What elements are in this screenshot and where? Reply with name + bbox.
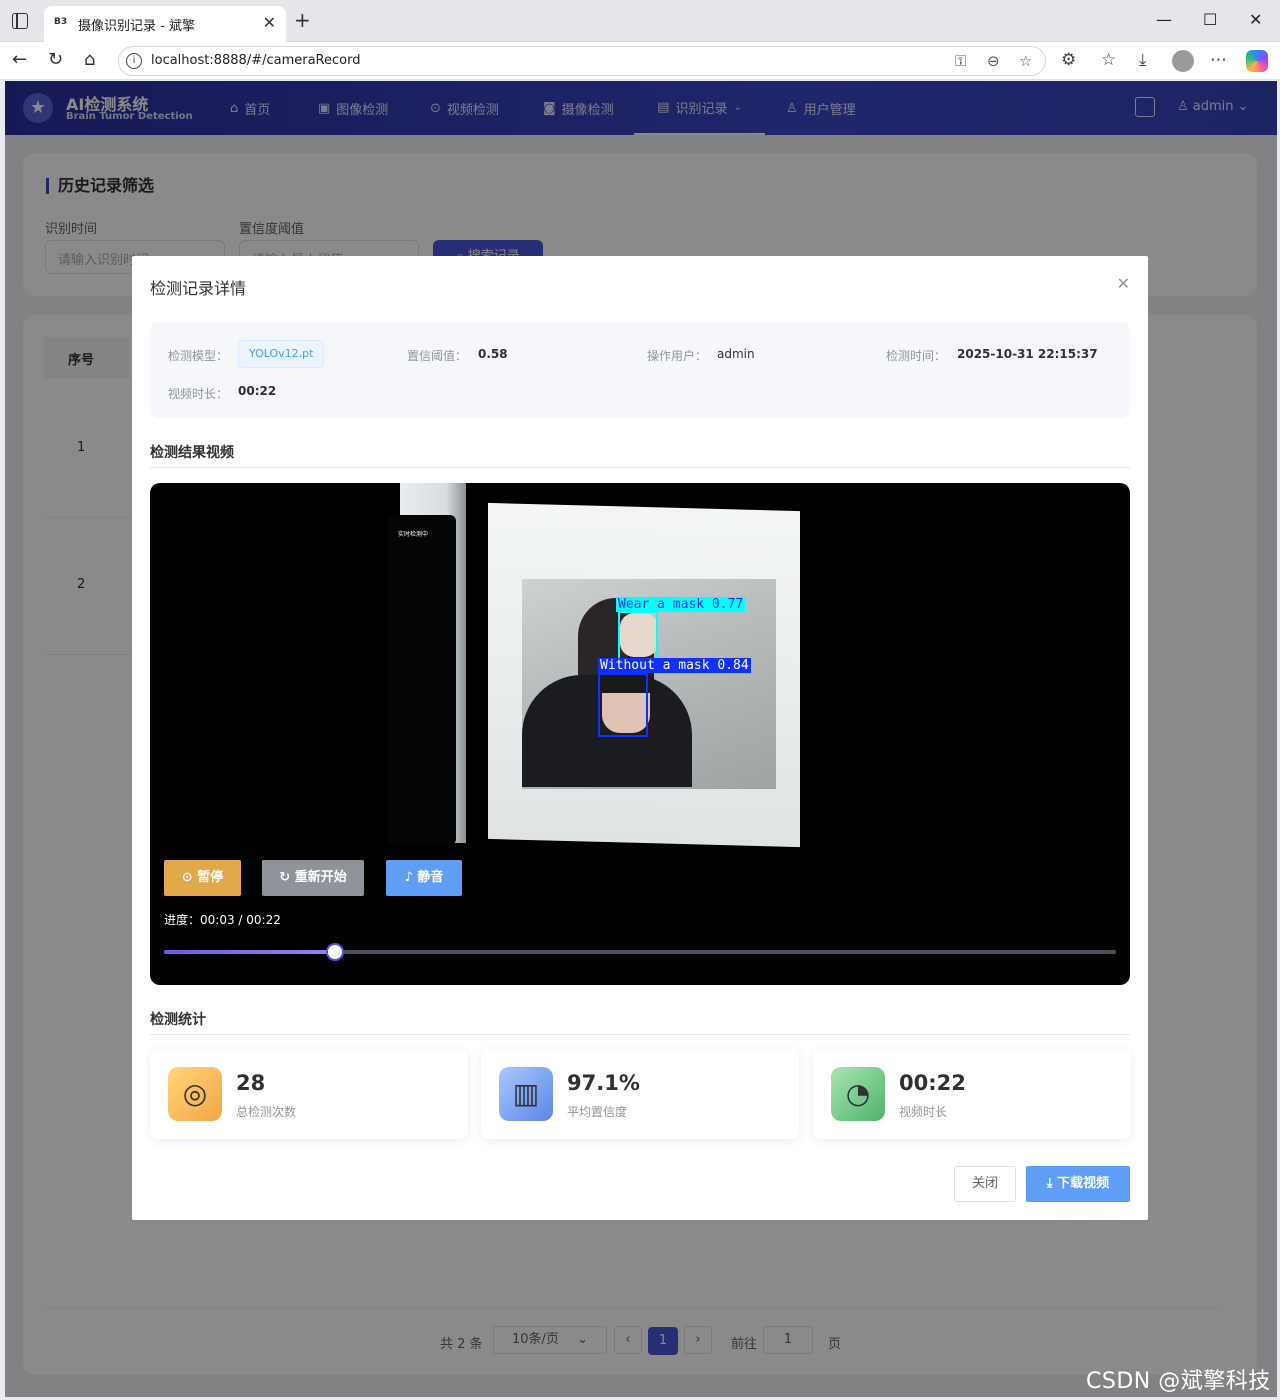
download-video-button[interactable]: ⤓ 下载视频: [1026, 1166, 1130, 1202]
mute-button[interactable]: ♪ 静音: [386, 860, 462, 896]
home-browser-icon[interactable]: ⌂: [84, 50, 95, 70]
progress-text: 进度：00:03 / 00:22: [164, 913, 281, 927]
reload-icon[interactable]: ↻: [48, 50, 63, 70]
pause-icon: ⊙: [181, 870, 193, 885]
detection-box-mask: [618, 611, 658, 661]
favorite-star-icon[interactable]: ☆: [1019, 52, 1032, 70]
stat-card-duration: ◔ 00:22 视频时长: [813, 1049, 1131, 1139]
close-icon[interactable]: ✕: [1117, 274, 1130, 293]
close-button[interactable]: 关闭: [954, 1166, 1016, 1202]
stats-section-title: 检测统计: [150, 1012, 206, 1028]
watermark: CSDN @斌擎科技: [1086, 1369, 1271, 1394]
operator-value: admin: [717, 347, 755, 361]
pause-label: 暂停: [197, 870, 224, 885]
operator-label: 操作用户：: [647, 349, 708, 363]
stat-value: 00:22: [899, 1071, 966, 1095]
section-divider: [150, 467, 1130, 468]
conf-threshold-value: 0.58: [478, 347, 508, 361]
stat-label: 总检测次数: [236, 1105, 297, 1119]
section-divider: [150, 1034, 1130, 1035]
browser-tab-bar: B3 摄像识别记录 - 斌擎 ✕ + — ☐ ✕: [0, 0, 1280, 42]
mute-label: 静音: [417, 870, 444, 885]
site-info-icon[interactable]: i: [126, 53, 142, 69]
more-icon[interactable]: ⋯: [1210, 50, 1227, 70]
restart-button[interactable]: ↻ 重新开始: [262, 860, 364, 896]
dialog-title: 检测记录详情: [150, 279, 247, 298]
tab-title: 摄像识别记录 - 斌擎: [78, 19, 195, 34]
progress-slider[interactable]: [164, 943, 1116, 961]
bar-chart-icon: ▥: [499, 1067, 553, 1121]
progress-thumb[interactable]: [326, 943, 345, 961]
stopwatch-icon: ◔: [831, 1067, 885, 1121]
detect-time-label: 检测时间：: [886, 349, 947, 363]
browser-toolbar: ← ↻ ⌂ i localhost:8888/#/cameraRecord ⚿ …: [0, 42, 1280, 80]
info-panel: 检测模型： YOLOv12.pt 置信阈值： 0.58 操作用户： admin …: [150, 322, 1130, 418]
duration-label: 视频时长：: [168, 387, 229, 401]
progress-fill: [164, 950, 336, 954]
tab-close-icon[interactable]: ✕: [263, 13, 276, 32]
zoom-icon[interactable]: ⊖: [987, 52, 1000, 70]
address-url[interactable]: localhost:8888/#/cameraRecord: [151, 53, 360, 68]
pause-button[interactable]: ⊙ 暂停: [164, 860, 241, 896]
conf-threshold-label: 置信阈值：: [407, 349, 468, 363]
key-icon[interactable]: ⚿: [955, 52, 966, 70]
stat-value: 97.1%: [567, 1071, 640, 1095]
favorites-icon[interactable]: ☆: [1101, 50, 1116, 70]
microphone-icon: ♪: [404, 870, 413, 885]
detection-label-no-mask: Without a mask 0.84: [598, 658, 751, 673]
window-menu-icon[interactable]: [12, 13, 28, 29]
copilot-icon[interactable]: [1246, 50, 1268, 72]
favicon-icon: B3: [54, 17, 68, 27]
maximize-icon[interactable]: ☐: [1203, 10, 1217, 29]
back-icon[interactable]: ←: [12, 50, 27, 70]
record-detail-dialog: 检测记录详情 ✕ 检测模型： YOLOv12.pt 置信阈值： 0.58 操作用…: [132, 256, 1148, 1220]
video-section-title: 检测结果视频: [150, 445, 234, 461]
duration-value: 00:22: [238, 384, 277, 398]
stat-card-total: ◎ 28 总检测次数: [150, 1049, 468, 1139]
download-icon[interactable]: ⤓: [1139, 50, 1147, 70]
extensions-icon[interactable]: ⚙: [1061, 50, 1076, 70]
restart-label: 重新开始: [294, 870, 347, 885]
close-window-icon[interactable]: ✕: [1249, 10, 1262, 29]
stat-label: 视频时长: [899, 1105, 948, 1119]
video-player[interactable]: 实时检测中 Wear a mask 0.77 Without a mask 0.…: [150, 483, 1130, 985]
stat-label: 平均置信度: [567, 1105, 628, 1119]
detection-label-mask: Wear a mask 0.77: [616, 597, 746, 612]
phone-text: 实时检测中: [398, 531, 429, 538]
detect-time-value: 2025-10-31 22:15:37: [957, 347, 1098, 361]
video-frame-phone: 实时检测中: [388, 515, 456, 845]
stat-card-confidence: ▥ 97.1% 平均置信度: [481, 1049, 799, 1139]
new-tab-icon[interactable]: +: [294, 10, 311, 30]
refresh-icon: ↻: [279, 870, 291, 885]
profile-avatar[interactable]: [1172, 50, 1194, 72]
detection-box-no-mask: [598, 673, 648, 737]
target-icon: ◎: [168, 1067, 222, 1121]
model-label: 检测模型：: [168, 349, 229, 363]
minimize-icon[interactable]: —: [1156, 10, 1172, 29]
download-icon: ⤓: [1046, 1176, 1053, 1191]
address-bar[interactable]: i localhost:8888/#/cameraRecord ⚿ ⊖ ☆: [118, 46, 1046, 76]
stat-value: 28: [236, 1071, 266, 1095]
download-label: 下载视频: [1057, 1176, 1110, 1191]
browser-tab[interactable]: B3 摄像识别记录 - 斌擎 ✕: [44, 6, 286, 42]
model-tag: YOLOv12.pt: [238, 340, 325, 368]
